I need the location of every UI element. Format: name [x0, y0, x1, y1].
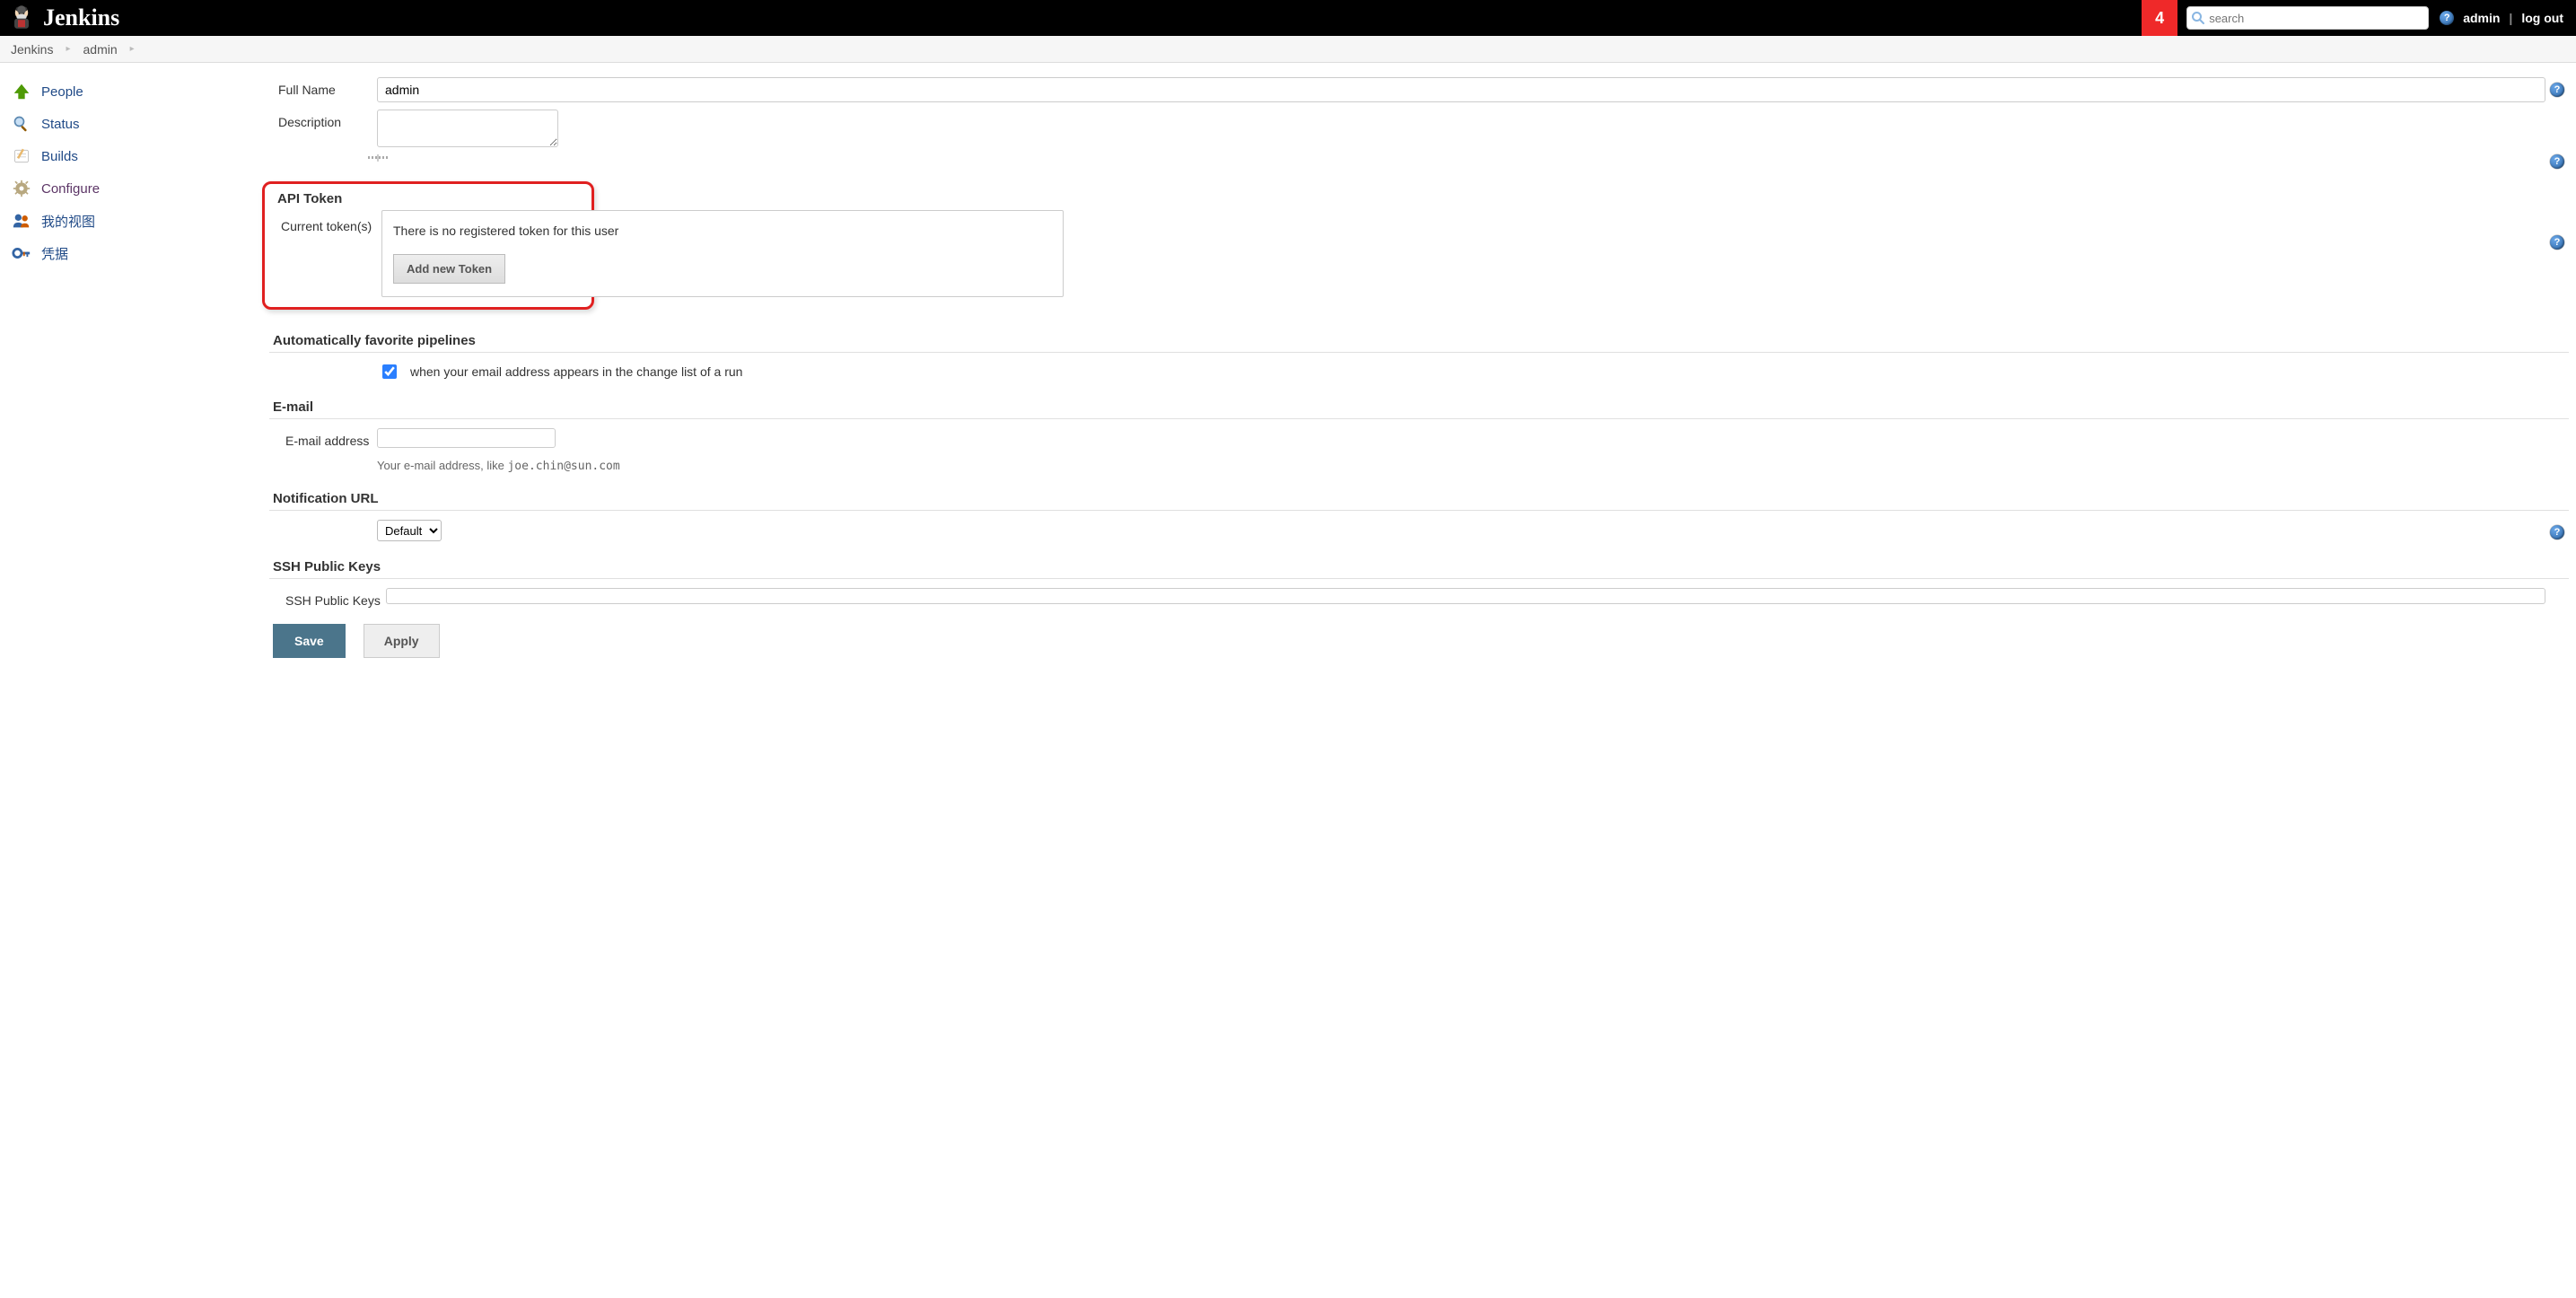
jenkins-icon — [7, 3, 36, 34]
description-textarea[interactable] — [377, 110, 558, 147]
config-form: Full Name ? Description ? API Token — [269, 63, 2576, 694]
key-icon — [11, 242, 32, 264]
sidebar-item-people[interactable]: People — [7, 75, 262, 108]
no-token-message: There is no registered token for this us… — [393, 224, 1052, 238]
search-icon — [2191, 11, 2205, 25]
add-new-token-button[interactable]: Add new Token — [393, 254, 505, 284]
save-button[interactable]: Save — [273, 624, 346, 658]
breadcrumb-root[interactable]: Jenkins — [11, 42, 53, 57]
logout-link[interactable]: log out — [2521, 11, 2563, 25]
sidebar-item-label: Status — [41, 117, 80, 132]
sidebar-item-credentials[interactable]: 凭据 — [7, 237, 262, 269]
sidebar-item-label: Builds — [41, 149, 78, 164]
side-panel: People Status Builds — [0, 63, 269, 282]
api-token-highlight: API Token Current token(s) There is no r… — [262, 181, 594, 310]
help-icon[interactable]: ? — [2440, 11, 2454, 25]
email-input[interactable] — [377, 428, 556, 448]
logo[interactable]: Jenkins — [0, 3, 119, 34]
notification-url-heading: Notification URL — [269, 487, 2569, 511]
full-name-label: Full Name — [269, 77, 377, 97]
help-icon[interactable]: ? — [2550, 83, 2564, 97]
email-heading: E-mail — [269, 396, 2569, 419]
help-icon[interactable]: ? — [2550, 235, 2564, 250]
separator: | — [2509, 11, 2512, 25]
sidebar-item-label: People — [41, 84, 83, 100]
search-box — [2186, 6, 2429, 30]
sidebar-item-builds[interactable]: Builds — [7, 140, 262, 172]
resize-grip[interactable] — [377, 154, 379, 162]
ssh-heading: SSH Public Keys — [269, 556, 2569, 579]
auto-favorite-label: when your email address appears in the c… — [410, 364, 742, 379]
sidebar-item-label: Configure — [41, 181, 100, 197]
logo-text: Jenkins — [43, 4, 119, 31]
current-tokens-label: Current token(s) — [272, 210, 372, 233]
chevron-right-icon: ▸ — [66, 44, 70, 54]
up-arrow-icon — [11, 81, 32, 102]
gear-icon — [11, 178, 32, 199]
token-panel: There is no registered token for this us… — [381, 210, 1064, 297]
full-name-input[interactable] — [377, 77, 2545, 102]
notification-url-select[interactable]: Default — [377, 520, 442, 541]
people-icon — [11, 210, 32, 232]
notification-badge[interactable]: 4 — [2142, 0, 2177, 36]
sidebar-item-myviews[interactable]: 我的视图 — [7, 205, 262, 237]
description-label: Description — [269, 110, 377, 129]
email-label: E-mail address — [269, 428, 377, 448]
auto-favorite-heading: Automatically favorite pipelines — [269, 329, 2569, 353]
sidebar-item-status[interactable]: Status — [7, 108, 262, 140]
sidebar-item-configure[interactable]: Configure — [7, 172, 262, 205]
notepad-icon — [11, 145, 32, 167]
search-input[interactable] — [2186, 6, 2429, 30]
apply-button[interactable]: Apply — [364, 624, 440, 658]
current-user-link[interactable]: admin — [2463, 11, 2500, 25]
help-icon[interactable]: ? — [2550, 154, 2564, 169]
sidebar-item-label: 我的视图 — [41, 212, 95, 231]
ssh-label: SSH Public Keys — [269, 588, 386, 608]
api-token-heading: API Token — [272, 189, 584, 208]
breadcrumb-user[interactable]: admin — [83, 42, 118, 57]
chevron-right-icon: ▸ — [130, 44, 135, 54]
email-hint: Your e-mail address, like joe.chin@sun.c… — [377, 455, 620, 473]
sidebar-item-label: 凭据 — [41, 244, 68, 263]
top-header: Jenkins 4 ? admin | log out — [0, 0, 2576, 36]
auto-favorite-checkbox[interactable] — [382, 364, 397, 379]
help-icon[interactable]: ? — [2550, 525, 2564, 539]
breadcrumb: Jenkins ▸ admin ▸ — [0, 36, 2576, 63]
ssh-textarea[interactable] — [386, 588, 2545, 604]
search-icon — [11, 113, 32, 135]
